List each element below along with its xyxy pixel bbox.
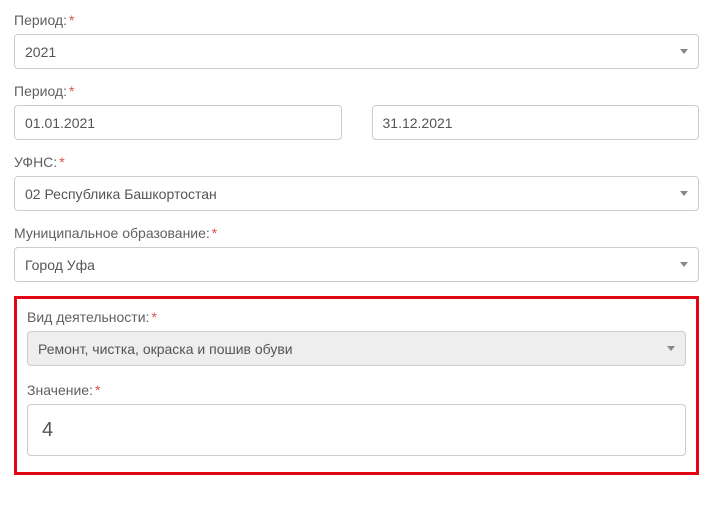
required-marker: *	[212, 225, 217, 241]
group-ufns: УФНС:* 02 Республика Башкортостан	[14, 154, 699, 211]
select-value: Город Уфа	[25, 257, 95, 273]
label-text: Период:	[14, 12, 67, 28]
required-marker: *	[59, 154, 64, 170]
date-range-row	[14, 105, 699, 140]
label-text: Значение:	[27, 382, 93, 398]
select-period-year[interactable]: 2021	[14, 34, 699, 69]
input-date-from[interactable]	[14, 105, 342, 140]
label-period-range: Период:*	[14, 83, 699, 99]
highlighted-section: Вид деятельности:* Ремонт, чистка, окрас…	[14, 296, 699, 475]
select-municipality[interactable]: Город Уфа	[14, 247, 699, 282]
required-marker: *	[69, 12, 74, 28]
chevron-down-icon	[667, 346, 675, 351]
chevron-down-icon	[680, 191, 688, 196]
chevron-down-icon	[680, 262, 688, 267]
select-value: 02 Республика Башкортостан	[25, 186, 217, 202]
select-value: 2021	[25, 44, 56, 60]
select-value: Ремонт, чистка, окраска и пошив обуви	[38, 341, 293, 357]
select-activity[interactable]: Ремонт, чистка, окраска и пошив обуви	[27, 331, 686, 366]
label-text: УФНС:	[14, 154, 57, 170]
label-text: Вид деятельности:	[27, 309, 149, 325]
group-activity: Вид деятельности:* Ремонт, чистка, окрас…	[27, 309, 686, 366]
label-period-year: Период:*	[14, 12, 699, 28]
label-value: Значение:*	[27, 382, 686, 398]
label-ufns: УФНС:*	[14, 154, 699, 170]
group-period-range: Период:*	[14, 83, 699, 140]
chevron-down-icon	[680, 49, 688, 54]
label-text: Период:	[14, 83, 67, 99]
group-value: Значение:*	[27, 382, 686, 456]
form-container: Период:* 2021 Период:* УФНС:* 02 Республ…	[0, 0, 713, 487]
label-municipality: Муниципальное образование:*	[14, 225, 699, 241]
required-marker: *	[95, 382, 100, 398]
label-text: Муниципальное образование:	[14, 225, 210, 241]
group-municipality: Муниципальное образование:* Город Уфа	[14, 225, 699, 282]
group-period-year: Период:* 2021	[14, 12, 699, 69]
required-marker: *	[151, 309, 156, 325]
input-value[interactable]	[27, 404, 686, 456]
label-activity: Вид деятельности:*	[27, 309, 686, 325]
select-ufns[interactable]: 02 Республика Башкортостан	[14, 176, 699, 211]
input-date-to[interactable]	[372, 105, 700, 140]
required-marker: *	[69, 83, 74, 99]
